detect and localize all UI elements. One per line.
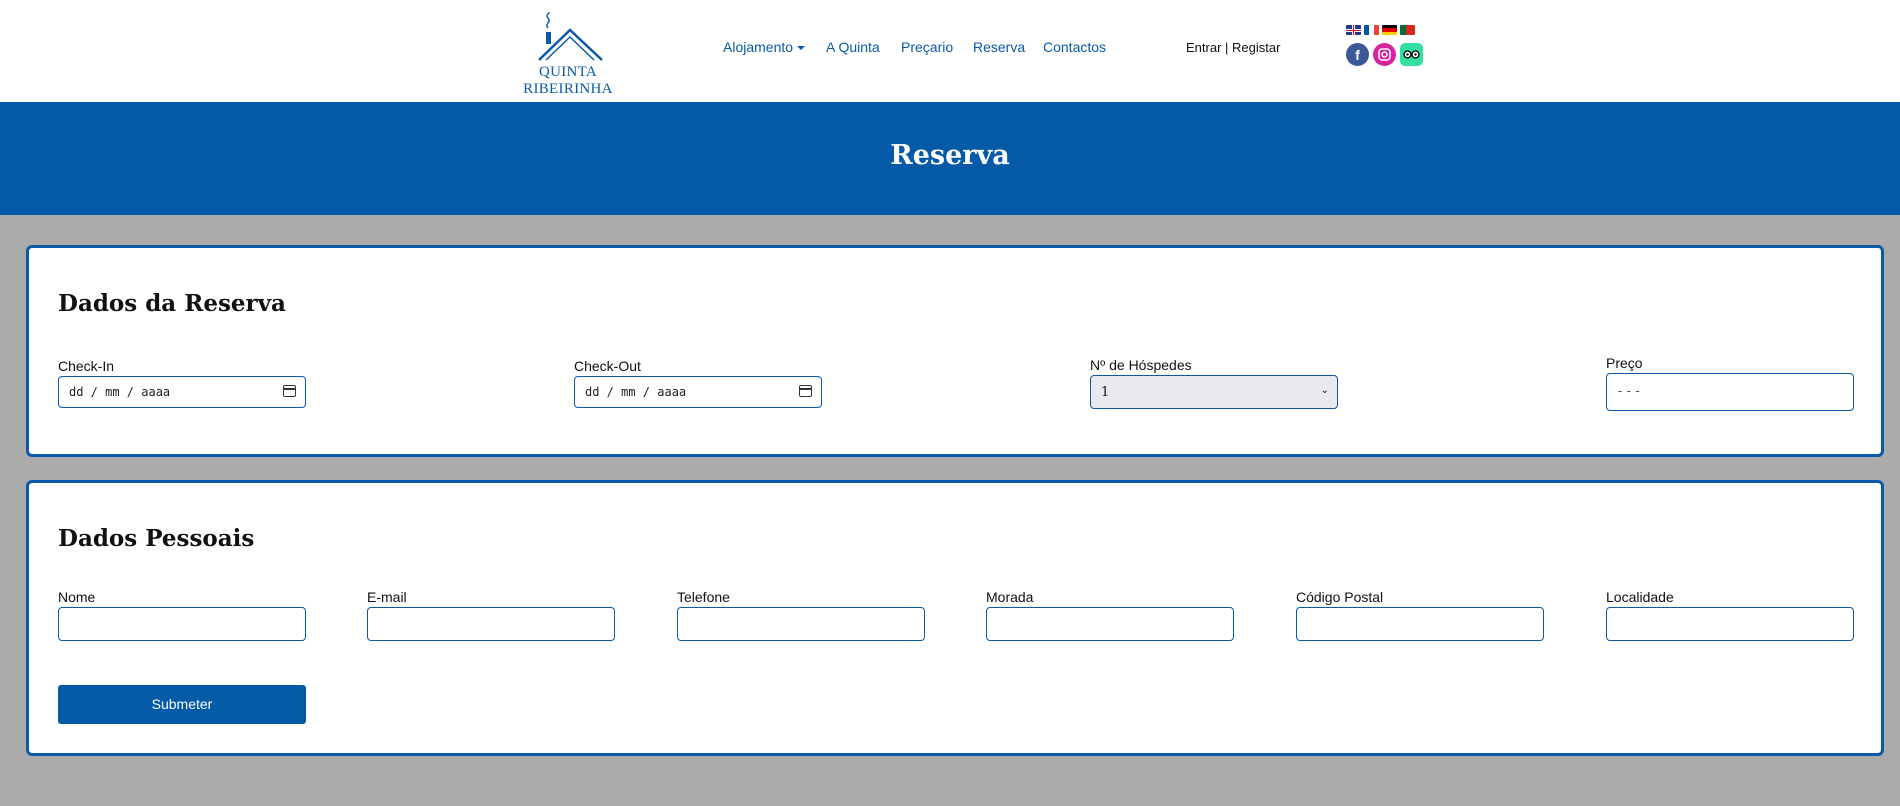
france-flag-icon[interactable] [1364, 25, 1379, 35]
personal-card: Dados Pessoais Nome E-mail Telefone Mora… [26, 480, 1884, 756]
page-banner: Reserva [0, 102, 1900, 215]
house-logo-icon [538, 12, 603, 61]
address-input[interactable] [986, 607, 1234, 641]
calendar-icon[interactable] [283, 385, 296, 397]
email-input[interactable] [367, 607, 615, 641]
calendar-icon[interactable] [799, 385, 812, 397]
phone-input[interactable] [677, 607, 925, 641]
facebook-icon[interactable]: f [1346, 43, 1369, 66]
nav-label: Alojamento [723, 39, 794, 55]
locality-input[interactable] [1606, 607, 1854, 641]
postal-code-input[interactable] [1296, 607, 1544, 641]
submit-button[interactable]: Submeter [58, 685, 306, 724]
price-value: --- [1616, 384, 1643, 399]
checkout-date-input[interactable]: dd / mm / aaaa [574, 376, 822, 408]
name-label: Nome [58, 589, 96, 605]
phone-label: Telefone [677, 589, 730, 605]
auth-links: Entrar | Registar [1186, 40, 1280, 55]
checkin-value: dd / mm / aaaa [69, 385, 171, 399]
personal-title: Dados Pessoais [58, 525, 255, 552]
postal-code-label: Código Postal [1296, 589, 1384, 605]
logo-text: QUINTA RIBEIRINHA [523, 64, 613, 97]
checkout-value: dd / mm / aaaa [585, 385, 687, 399]
instagram-icon[interactable] [1373, 43, 1396, 66]
price-field: --- [1606, 373, 1854, 411]
address-label: Morada [986, 589, 1034, 605]
germany-flag-icon[interactable] [1382, 25, 1397, 35]
guests-label: Nº de Hóspedes [1090, 357, 1192, 373]
auth-separator: | [1221, 40, 1233, 55]
guests-value: 1 [1101, 385, 1110, 400]
locality-label: Localidade [1606, 589, 1674, 605]
social-links: f [1346, 43, 1423, 66]
nav-a-quinta[interactable]: A Quinta [826, 39, 880, 55]
nav-reserva[interactable]: Reserva [973, 39, 1025, 55]
nav-label: Reserva [973, 39, 1026, 55]
nav-precario[interactable]: Preçario [901, 39, 953, 55]
page-title: Reserva [890, 140, 1010, 171]
language-flags [1346, 25, 1415, 35]
checkin-date-input[interactable]: dd / mm / aaaa [58, 376, 306, 408]
checkin-label: Check-In [58, 358, 115, 374]
reservation-title: Dados da Reserva [58, 290, 286, 317]
nav-contactos[interactable]: Contactos [1043, 39, 1106, 55]
login-link[interactable]: Entrar [1186, 40, 1221, 55]
uk-flag-icon[interactable] [1346, 25, 1361, 35]
nav-label: Preçario [901, 39, 954, 55]
site-header: QUINTA RIBEIRINHA Alojamento A Quinta Pr… [0, 0, 1900, 102]
register-link[interactable]: Registar [1232, 40, 1280, 55]
checkout-label: Check-Out [574, 358, 641, 374]
price-label: Preço [1606, 355, 1643, 371]
guests-select[interactable]: 1 ⌄ [1090, 375, 1338, 409]
nav-label: A Quinta [826, 39, 880, 55]
tripadvisor-icon[interactable] [1400, 43, 1423, 66]
logo[interactable]: QUINTA RIBEIRINHA [494, 12, 642, 97]
nav-alojamento[interactable]: Alojamento [723, 39, 806, 55]
reservation-card: Dados da Reserva Check-In dd / mm / aaaa… [26, 245, 1884, 457]
caret-down-icon [797, 46, 806, 51]
name-input[interactable] [58, 607, 306, 641]
chevron-down-icon: ⌄ [1320, 385, 1329, 396]
nav-label: Contactos [1043, 39, 1107, 55]
portugal-flag-icon[interactable] [1400, 25, 1415, 35]
email-label: E-mail [367, 589, 407, 605]
